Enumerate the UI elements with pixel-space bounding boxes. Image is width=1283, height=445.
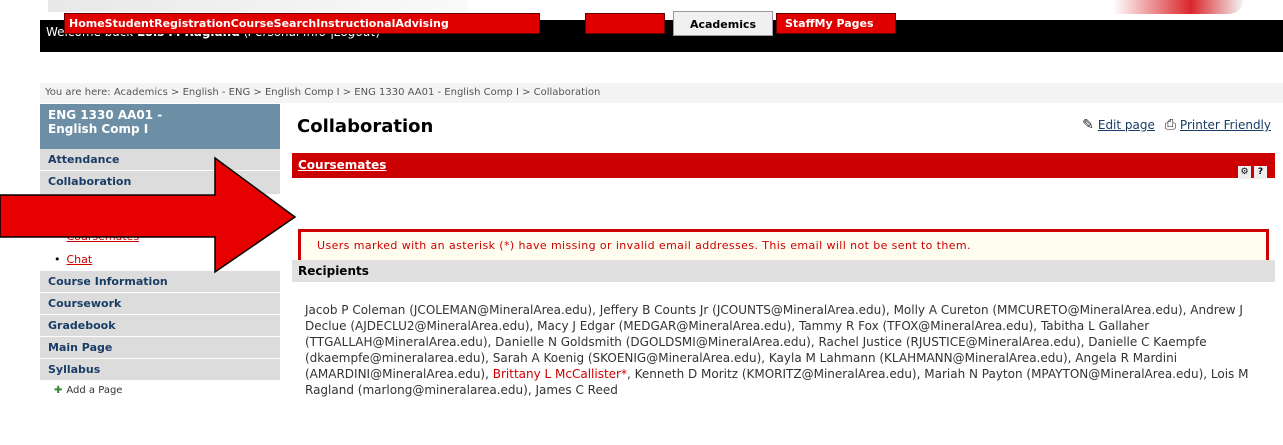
tab-group-main[interactable]: HomeStudentRegistrationCourseSearchInstr…: [64, 13, 540, 34]
annotation-arrow: [0, 156, 297, 274]
breadcrumb: You are here: Academics > English - ENG …: [40, 83, 1283, 103]
page-tools: ✎ Edit page ⎙ Printer Friendly: [1082, 117, 1271, 133]
coursemates-title-link[interactable]: Coursemates: [298, 158, 386, 172]
help-icon[interactable]: ?: [1254, 166, 1267, 179]
course-title-line2: English Comp I: [48, 122, 149, 136]
tab-row: [40, 52, 1283, 82]
school-logo: [1113, 0, 1243, 14]
sidebar-item-gradebook[interactable]: Gradebook: [40, 315, 280, 337]
syllabus-label: Syllabus: [48, 363, 101, 376]
tab-bar: [40, 44, 1283, 82]
sidebar-item-main-page[interactable]: Main Page: [40, 337, 280, 359]
edit-page-link[interactable]: Edit page: [1098, 118, 1155, 132]
email-warning-alert: Users marked with an asterisk (*) have m…: [298, 229, 1269, 263]
coursework-label: Coursework: [48, 297, 122, 310]
sidebar-item-syllabus[interactable]: Syllabus: [40, 359, 280, 381]
main-page-label: Main Page: [48, 341, 113, 354]
recipients-heading: Recipients: [292, 260, 1275, 282]
course-title: ENG 1330 AA01 - English Comp I: [40, 104, 280, 149]
arrow-shape: [0, 156, 297, 274]
tab-staff-label: StaffMy Pages: [785, 17, 874, 30]
page-title: Collaboration: [297, 116, 434, 137]
gradebook-label: Gradebook: [48, 319, 116, 332]
tab-main-label[interactable]: HomeStudentRegistrationCourseSearchInstr…: [69, 17, 449, 30]
recipients-list: Jacob P Coleman (JCOLEMAN@MineralArea.ed…: [305, 302, 1273, 398]
tab-academics-label: Academics: [689, 18, 757, 31]
banner-gradient: [48, 0, 468, 12]
add-page-label: Add a Page: [66, 385, 123, 396]
add-page-button[interactable]: ✚ Add a Page: [40, 381, 280, 401]
edit-icon[interactable]: ✎: [1082, 117, 1094, 133]
settings-icon[interactable]: ⚙: [1238, 166, 1251, 179]
flagged-recipient: Brittany L McCallister*: [492, 367, 627, 381]
tab-blank[interactable]: [585, 13, 665, 34]
printer-icon[interactable]: ⎙: [1165, 117, 1176, 133]
add-icon: ✚: [54, 385, 63, 396]
section-icons: ⚙?: [1235, 158, 1267, 183]
sidebar-item-coursework[interactable]: Coursework: [40, 293, 280, 315]
printer-friendly-link[interactable]: Printer Friendly: [1180, 118, 1271, 132]
tab-staff-mypages[interactable]: StaffMy Pages: [776, 13, 896, 34]
coursemates-section-header: Coursemates ⚙?: [292, 153, 1275, 179]
course-information-label: Course Information: [48, 275, 168, 288]
course-title-line1: ENG 1330 AA01 -: [48, 108, 163, 122]
tab-academics[interactable]: Academics: [673, 11, 773, 36]
